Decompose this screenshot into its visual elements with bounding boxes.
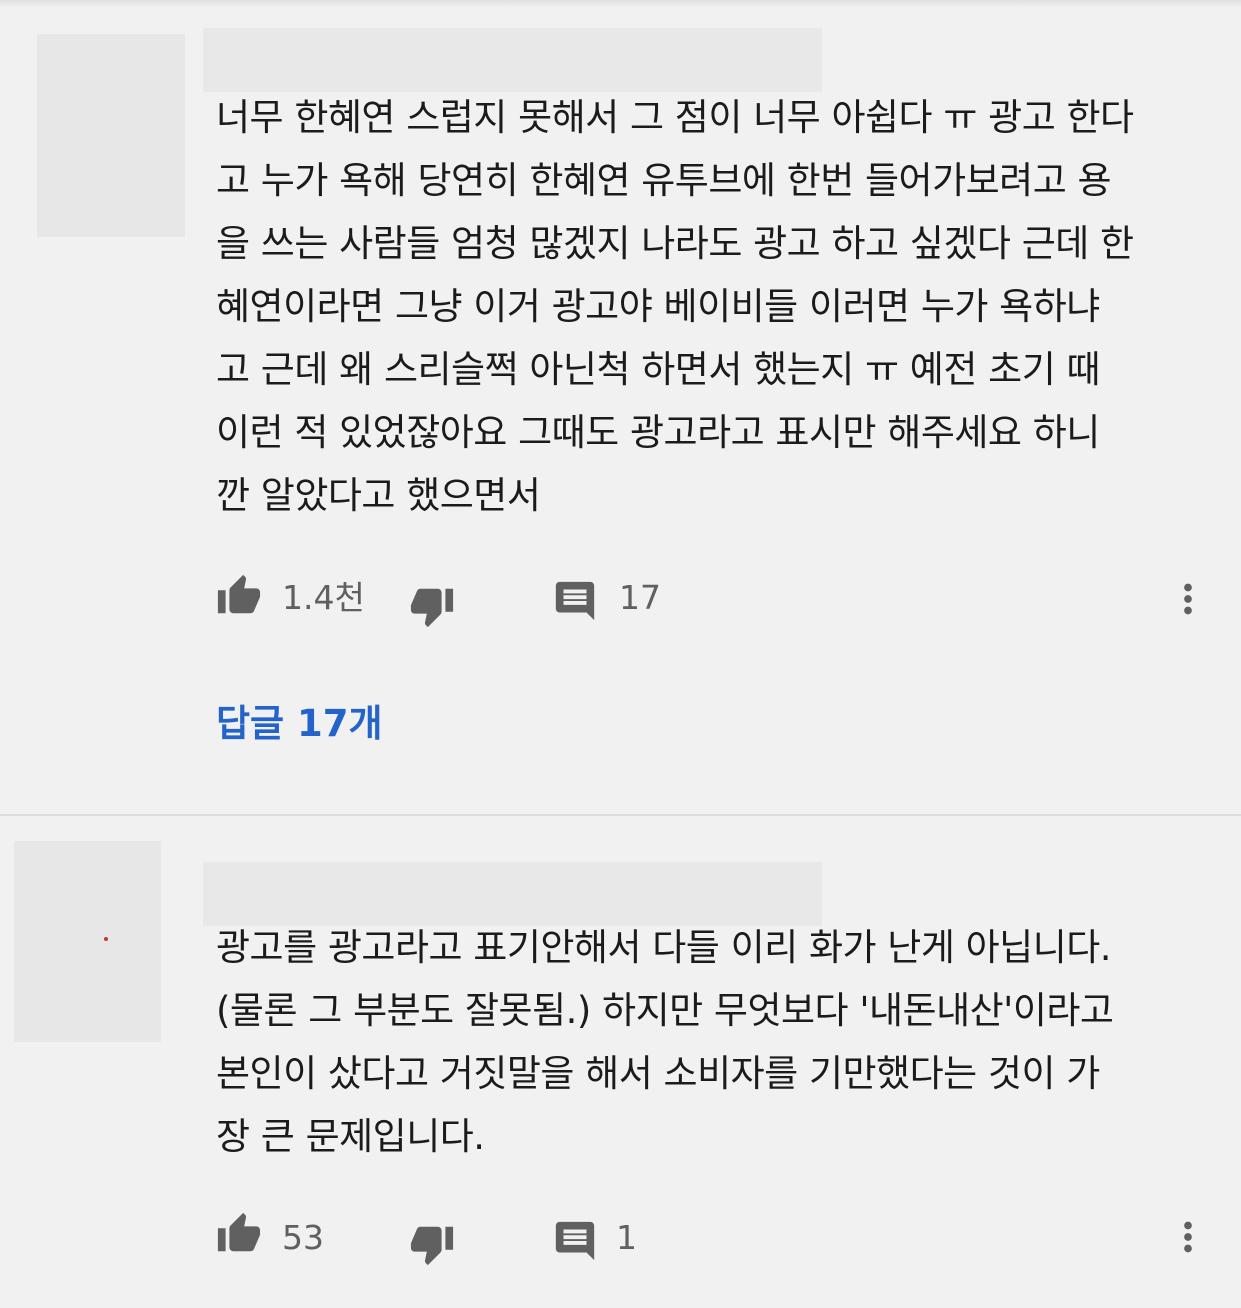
thumbs-up-icon[interactable] — [216, 573, 262, 619]
thumbs-down-icon[interactable] — [409, 583, 455, 629]
comment-text: 광고를 광고라고 표기안해서 다들 이리 화가 난게 아닙니다. (물론 그 부… — [216, 926, 1114, 1158]
comment-thread-2: 광고를 광고라고 표기안해서 다들 이리 화가 난게 아닙니다. (물론 그 부… — [0, 816, 1241, 1308]
reply-count: 1 — [616, 1218, 637, 1257]
view-replies-link[interactable]: 답글 17개 — [216, 700, 383, 748]
more-vert-icon[interactable] — [1165, 576, 1211, 622]
comment-text: 너무 한혜연 스럽지 못해서 그 점이 너무 아쉽다 ㅠ 광고 한다 고 누가 … — [216, 96, 1134, 517]
avatar[interactable] — [37, 34, 185, 237]
more-vert-icon[interactable] — [1165, 1214, 1211, 1260]
avatar[interactable] — [14, 841, 161, 1042]
comment-actions: 1.4천 17 — [216, 568, 1206, 628]
comment-icon[interactable] — [552, 578, 598, 624]
like-count: 1.4천 — [282, 578, 365, 617]
thumbs-down-icon[interactable] — [409, 1221, 455, 1267]
avatar-mark — [104, 937, 108, 941]
thumbs-up-icon[interactable] — [216, 1211, 262, 1257]
author-name[interactable] — [203, 28, 822, 92]
reply-count: 17 — [619, 578, 661, 617]
comment-actions: 53 1 — [216, 1206, 1206, 1266]
like-count: 53 — [282, 1218, 324, 1257]
comment-thread-1: 너무 한혜연 스럽지 못해서 그 점이 너무 아쉽다 ㅠ 광고 한다 고 누가 … — [0, 0, 1241, 815]
comment-icon[interactable] — [552, 1218, 598, 1264]
